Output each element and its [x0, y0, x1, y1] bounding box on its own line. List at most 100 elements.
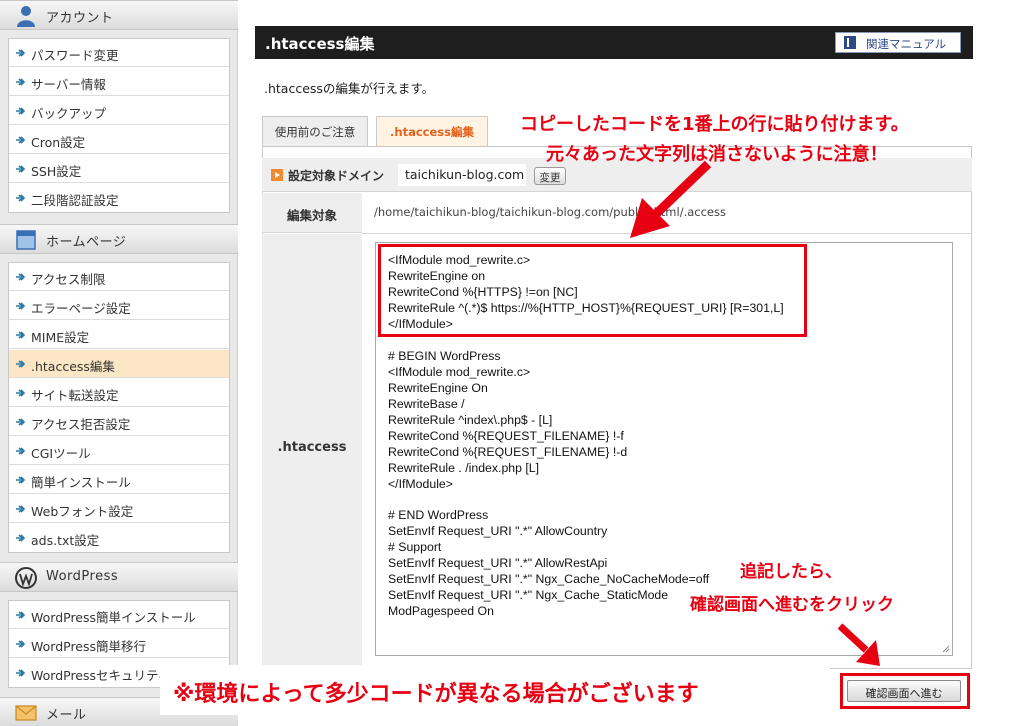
page-title: .htaccess編集 — [265, 35, 375, 53]
sidebar-item-cron[interactable]: Cron設定 — [9, 126, 229, 154]
annotation-paste-instruction: コピーしたコードを1番上の行に貼り付けます。 — [520, 114, 909, 135]
manual-button-label: 関連マニュアル — [866, 37, 947, 51]
arrow-icon — [16, 360, 26, 368]
tab-label: 使用前のご注意 — [274, 125, 356, 139]
sidebar-item-easy-install[interactable]: 簡単インストール — [9, 466, 229, 494]
arrow-icon — [16, 273, 26, 281]
arrow-icon — [16, 107, 26, 115]
sidebar-item-wp-easy-install[interactable]: WordPress簡単インストール — [9, 601, 229, 629]
sidebar-item-backup[interactable]: バックアップ — [9, 97, 229, 125]
arrow-down-left-icon — [630, 160, 712, 238]
arrow-icon — [16, 447, 26, 455]
resize-grip-icon[interactable] — [941, 644, 950, 653]
sidebar-item-label: 簡単インストール — [31, 475, 131, 490]
code-line: # Support — [388, 540, 442, 554]
sidebar-item-label: .htaccess編集 — [31, 359, 115, 374]
htaccess-label: .htaccess — [262, 234, 362, 668]
code-line: SetEnvIf Request_URI ".*" AllowCountry — [388, 524, 608, 538]
homepage-icon — [16, 230, 36, 250]
code-line: </IfModule> — [388, 477, 453, 491]
sidebar-item-label: CGIツール — [31, 446, 91, 461]
sidebar-item-wp-migration[interactable]: WordPress簡単移行 — [9, 630, 229, 658]
sidebar-item-label: サイト転送設定 — [31, 388, 119, 403]
code-line: RewriteRule . /index.php [L] — [388, 461, 540, 475]
sidebar-item-ssh[interactable]: SSH設定 — [9, 155, 229, 183]
tab-notice[interactable]: 使用前のご注意 — [262, 116, 368, 146]
sidebar-item-label: エラーページ設定 — [31, 301, 131, 316]
code-line: # END WordPress — [388, 508, 489, 522]
annotation-click-confirm: 確認画面へ進むをクリック — [690, 595, 894, 615]
arrow-down-right-icon — [837, 623, 880, 666]
sidebar-item-error-page[interactable]: エラーページ設定 — [9, 292, 229, 320]
code-line: # BEGIN WordPress — [388, 349, 501, 363]
target-label: 編集対象 — [262, 193, 362, 233]
play-icon — [271, 169, 283, 181]
sidebar-item-2fa[interactable]: 二段階認証設定 — [9, 184, 229, 212]
sidebar-item-label: パスワード変更 — [31, 48, 119, 63]
arrow-icon — [16, 194, 26, 202]
tab-htaccess-edit[interactable]: .htaccess編集 — [376, 116, 488, 146]
code-line: RewriteBase / — [388, 397, 465, 411]
code-line: RewriteCond %{REQUEST_FILENAME} !-f — [388, 429, 624, 443]
arrow-icon — [16, 505, 26, 513]
sidebar-section-account[interactable]: アカウント — [0, 0, 238, 30]
code-line: RewriteEngine On — [388, 381, 488, 395]
code-line: SetEnvIf Request_URI ".*" Ngx_Cache_Stat… — [388, 588, 669, 602]
sidebar-list-homepage: アクセス制限 エラーページ設定 MIME設定 .htaccess編集 サイト転送… — [8, 262, 230, 553]
sidebar: アカウント パスワード変更 サーバー情報 バックアップ Cron設定 SSH設定… — [0, 0, 238, 726]
sidebar-item-mime[interactable]: MIME設定 — [9, 321, 229, 349]
page-header: .htaccess編集 関連マニュアル — [255, 26, 973, 59]
arrow-icon — [16, 165, 26, 173]
user-icon — [17, 6, 35, 27]
sidebar-item-server-info[interactable]: サーバー情報 — [9, 68, 229, 96]
arrow-icon — [16, 476, 26, 484]
arrow-icon — [16, 136, 26, 144]
code-line: RewriteCond %{REQUEST_FILENAME} !-d — [388, 445, 628, 459]
sidebar-section-homepage[interactable]: ホームページ — [0, 224, 238, 254]
sidebar-section-label: アカウント — [46, 11, 114, 26]
sidebar-item-label: 二段階認証設定 — [31, 193, 119, 208]
arrow-icon — [16, 418, 26, 426]
sidebar-item-label: MIME設定 — [31, 330, 90, 345]
annotation-environment-note: ※環境によって多少コードが異なる場合がございます — [173, 682, 699, 707]
tab-label: .htaccess編集 — [390, 125, 474, 139]
arrow-icon — [16, 49, 26, 57]
sidebar-item-label: Webフォント設定 — [31, 504, 134, 519]
sidebar-item-htaccess[interactable]: .htaccess編集 — [9, 350, 229, 378]
code-line: <IfModule mod_rewrite.c> — [388, 365, 531, 379]
sidebar-item-label: ads.txt設定 — [31, 533, 100, 548]
sidebar-item-label: WordPress簡単移行 — [31, 639, 147, 654]
domain-label: 設定対象ドメイン — [288, 169, 385, 183]
sidebar-item-web-font[interactable]: Webフォント設定 — [9, 495, 229, 523]
change-domain-button[interactable]: 変更 — [534, 167, 566, 185]
sidebar-item-cgi-tools[interactable]: CGIツール — [9, 437, 229, 465]
arrow-icon — [16, 389, 26, 397]
manual-button[interactable]: 関連マニュアル — [835, 32, 961, 53]
sidebar-item-ads-txt[interactable]: ads.txt設定 — [9, 524, 229, 552]
sidebar-item-access-deny[interactable]: アクセス拒否設定 — [9, 408, 229, 436]
sidebar-item-label: アクセス制限 — [31, 272, 106, 287]
sidebar-item-label: サーバー情報 — [31, 77, 106, 92]
sidebar-item-label: Cron設定 — [31, 135, 86, 150]
sidebar-list-account: パスワード変更 サーバー情報 バックアップ Cron設定 SSH設定 二段階認証… — [8, 38, 230, 213]
code-line: ModPagespeed On — [388, 604, 494, 618]
sidebar-item-label: アクセス拒否設定 — [31, 417, 131, 432]
sidebar-item-label: WordPress簡単インストール — [31, 610, 196, 625]
sidebar-item-access-restriction[interactable]: アクセス制限 — [9, 263, 229, 291]
arrow-icon — [16, 640, 26, 648]
arrow-icon — [16, 534, 26, 542]
sidebar-item-site-transfer[interactable]: サイト転送設定 — [9, 379, 229, 407]
code-line: SetEnvIf Request_URI ".*" AllowRestApi — [388, 556, 608, 570]
domain-value: taichikun-blog.com — [398, 164, 526, 186]
intro-text: .htaccessの編集が行えます。 — [264, 81, 435, 96]
wordpress-icon — [15, 567, 37, 589]
book-icon — [844, 36, 856, 49]
arrow-icon — [16, 302, 26, 310]
sidebar-item-label: SSH設定 — [31, 164, 82, 179]
sidebar-section-wordpress[interactable]: WordPress — [0, 562, 238, 592]
sidebar-item-password[interactable]: パスワード変更 — [9, 39, 229, 67]
sidebar-section-label: WordPress — [46, 569, 119, 584]
arrow-icon — [16, 669, 26, 677]
code-line: SetEnvIf Request_URI ".*" Ngx_Cache_NoCa… — [388, 572, 710, 586]
mail-icon — [15, 705, 37, 721]
